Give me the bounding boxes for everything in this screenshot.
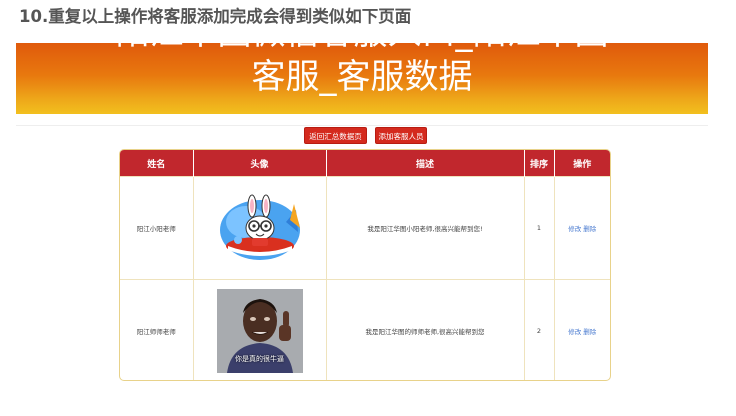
delete-link[interactable]: 删除 xyxy=(583,328,596,336)
edit-link[interactable]: 修改 xyxy=(568,225,581,233)
add-agent-button[interactable]: 添加客服人员 xyxy=(375,127,427,144)
step-heading: 10.重复以上操作将客服添加完成会得到类似如下页面 xyxy=(19,7,412,26)
row-actions: 修改 删除 xyxy=(554,176,610,280)
thumbs-up-man-photo-avatar: 你是真的很牛逼 xyxy=(216,289,303,373)
banner-title-line2: 客服_客服数据 xyxy=(251,57,473,97)
agent-description: 我是阳江华图小阳老师,很高兴能帮到您! xyxy=(326,176,525,280)
delete-link[interactable]: 删除 xyxy=(583,225,596,233)
agent-name: 阳江师师老师 xyxy=(120,279,194,380)
row-actions: 修改 删除 xyxy=(554,279,610,380)
agents-table: 姓名 头像 描述 排序 操作 阳江小阳老师 我是阳江华图小阳老师,很高兴能帮到您… xyxy=(119,149,611,381)
table-row: 阳江小阳老师 我是阳江华图小阳老师,很高兴能帮到您! 1 修改 删除 xyxy=(120,176,610,280)
avatar-caption: 你是真的很牛逼 xyxy=(235,355,284,363)
avatar-cell: 你是真的很牛逼 xyxy=(193,279,327,380)
banner-title: 阳江华图微信客服入口_阳江华图 客服_客服数据 xyxy=(16,43,708,99)
column-header-order: 排序 xyxy=(524,150,555,177)
table-header-row: 姓名 头像 描述 排序 操作 xyxy=(120,150,610,177)
column-header-description: 描述 xyxy=(326,150,525,177)
action-bar: 返回汇总数据页 添加客服人员 xyxy=(0,127,736,145)
cartoon-rabbit-surfing-avatar xyxy=(219,194,300,260)
banner-title-line1: 阳江华图微信客服入口_阳江华图 xyxy=(16,43,708,55)
agent-name: 阳江小阳老师 xyxy=(120,176,194,280)
avatar-cell xyxy=(193,176,327,280)
column-header-avatar: 头像 xyxy=(193,150,327,177)
column-header-name: 姓名 xyxy=(120,150,194,177)
agent-description: 我是阳江华图的师师老师,很高兴能帮到您 xyxy=(326,279,525,380)
agent-order: 1 xyxy=(524,176,555,280)
back-to-summary-button[interactable]: 返回汇总数据页 xyxy=(304,127,367,144)
edit-link[interactable]: 修改 xyxy=(568,328,581,336)
page-banner: 阳江华图微信客服入口_阳江华图 客服_客服数据 xyxy=(16,43,708,114)
table-row: 阳江师师老师 你是真的很牛逼 我是阳江华图的师师老师,很高兴能帮到您 2 修改 … xyxy=(120,279,610,380)
agent-order: 2 xyxy=(524,279,555,380)
column-header-actions: 操作 xyxy=(554,150,610,177)
divider xyxy=(16,125,708,126)
